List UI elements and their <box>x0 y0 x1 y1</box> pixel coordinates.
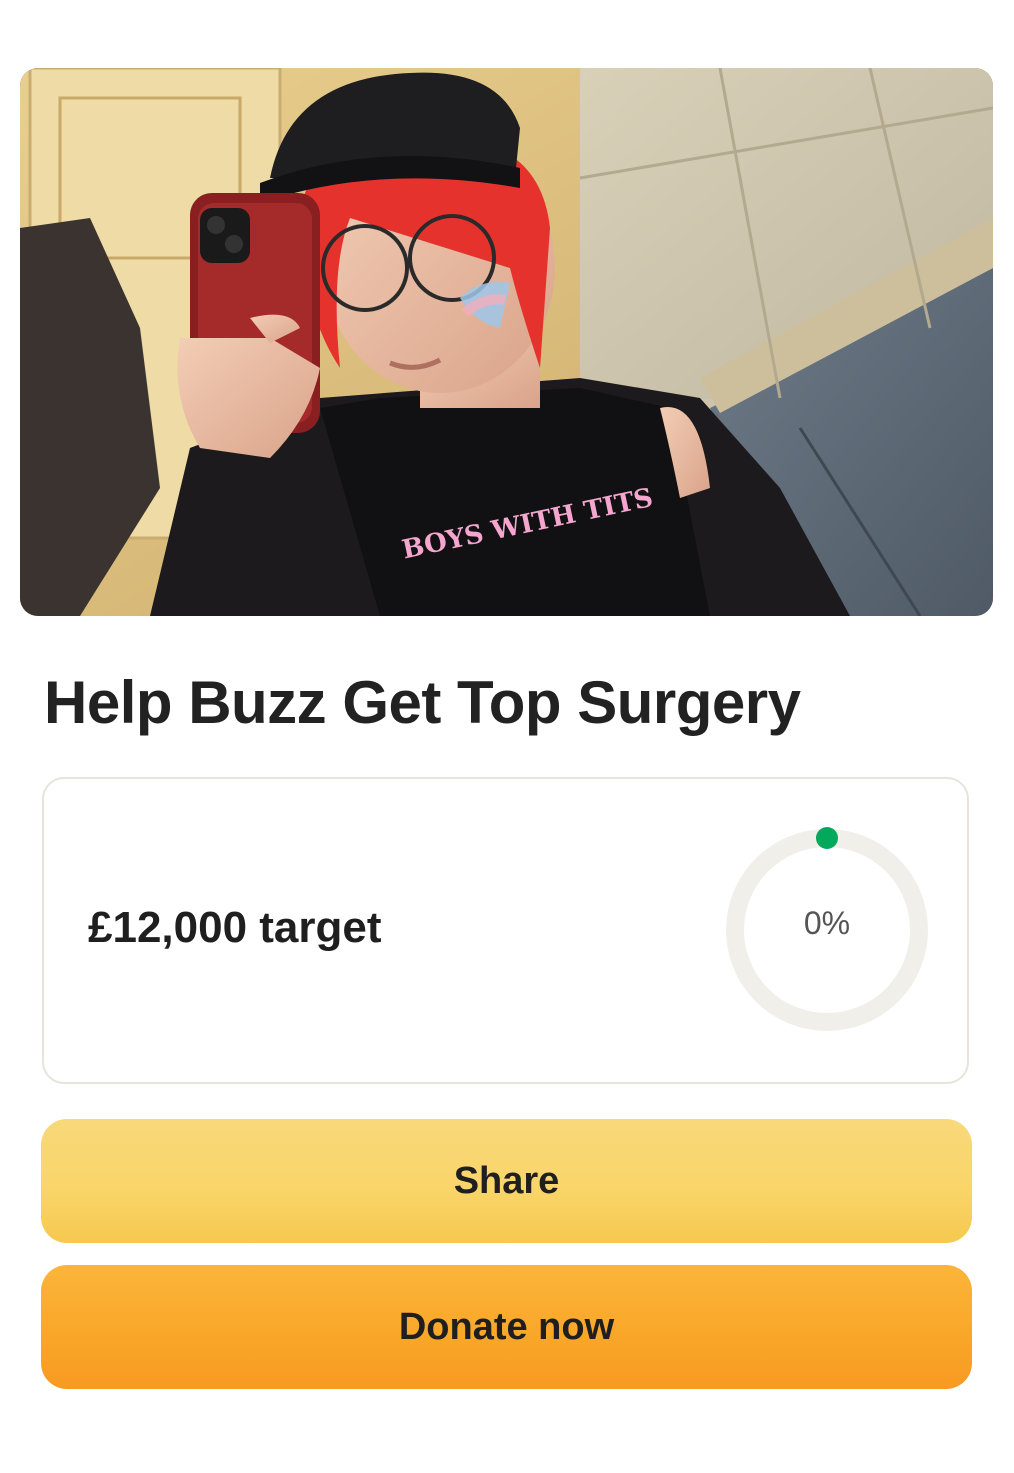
selfie-photo-illustration: BOYS WITH TITS <box>20 68 993 616</box>
progress-ring: 0% <box>722 825 932 1035</box>
target-card: £12,000 target 0% <box>42 777 969 1084</box>
donate-button[interactable]: Donate now <box>41 1265 972 1389</box>
target-amount: £12,000 target <box>88 903 382 952</box>
campaign-title: Help Buzz Get Top Surgery <box>44 669 801 736</box>
campaign-photo: BOYS WITH TITS <box>20 68 993 616</box>
share-button[interactable]: Share <box>41 1119 972 1243</box>
progress-percentage: 0% <box>803 905 851 941</box>
